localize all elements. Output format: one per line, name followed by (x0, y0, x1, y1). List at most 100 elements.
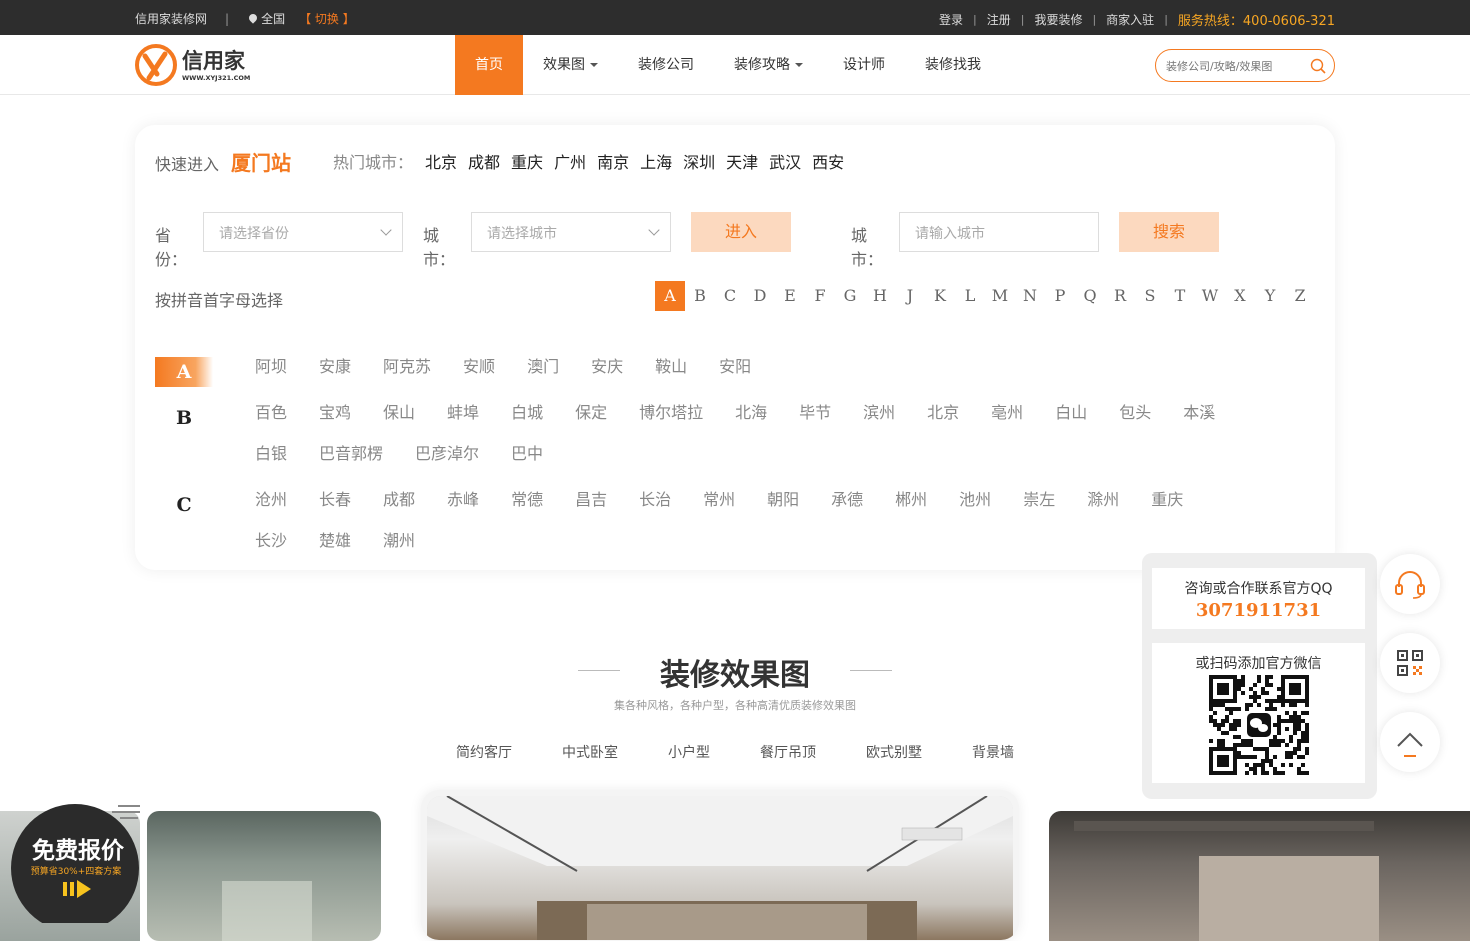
hot-city[interactable]: 成都 (468, 149, 500, 173)
letter-l[interactable]: L (955, 281, 985, 311)
city-link[interactable]: 潮州 (383, 531, 415, 572)
nav-find-me[interactable]: 装修找我 (905, 35, 1001, 95)
letter-w[interactable]: W (1195, 281, 1225, 311)
gallery-image[interactable] (1049, 811, 1470, 941)
qq-number[interactable]: 3071911731 (1152, 600, 1365, 621)
city-link[interactable]: 巴彦淖尔 (415, 444, 479, 485)
city-link[interactable]: 常德 (511, 490, 543, 531)
city-select[interactable]: 请选择城市 (471, 212, 671, 252)
nav-home[interactable]: 首页 (455, 35, 523, 95)
current-station[interactable]: 厦门站 (231, 151, 291, 175)
hot-city[interactable]: 武汉 (769, 149, 801, 173)
login-link[interactable]: 登录 (939, 11, 963, 28)
city-search-input[interactable]: 请输入城市 (899, 212, 1099, 252)
city-link[interactable]: 安阳 (719, 357, 751, 398)
city-link[interactable]: 白银 (255, 444, 287, 485)
hot-city[interactable]: 天津 (726, 149, 758, 173)
letter-d[interactable]: D (745, 281, 775, 311)
nav-designers[interactable]: 设计师 (823, 35, 905, 95)
city-link[interactable]: 白山 (1055, 403, 1087, 444)
letter-s[interactable]: S (1135, 281, 1165, 311)
city-link[interactable]: 鞍山 (655, 357, 687, 398)
city-link[interactable]: 长治 (639, 490, 671, 531)
city-link[interactable]: 滨州 (863, 403, 895, 444)
city-link[interactable]: 楚雄 (319, 531, 351, 572)
city-link[interactable]: 亳州 (991, 403, 1023, 444)
city-link[interactable]: 包头 (1119, 403, 1151, 444)
hot-city[interactable]: 西安 (812, 149, 844, 173)
gallery-featured-image[interactable] (421, 790, 1019, 940)
city-link[interactable]: 沧州 (255, 490, 287, 531)
letter-k[interactable]: K (925, 281, 955, 311)
city-link[interactable]: 北京 (927, 403, 959, 444)
city-link[interactable]: 朝阳 (767, 490, 799, 531)
letter-e[interactable]: E (775, 281, 805, 311)
letter-c[interactable]: C (715, 281, 745, 311)
city-link[interactable]: 阿克苏 (383, 357, 431, 398)
qr-code-button[interactable] (1380, 633, 1440, 693)
customer-service-button[interactable] (1380, 554, 1440, 614)
letter-r[interactable]: R (1105, 281, 1135, 311)
city-link[interactable]: 滁州 (1087, 490, 1119, 531)
letter-g[interactable]: G (835, 281, 865, 311)
letter-a[interactable]: A (655, 281, 685, 311)
hot-city[interactable]: 南京 (597, 149, 629, 173)
letter-n[interactable]: N (1015, 281, 1045, 311)
hot-city[interactable]: 重庆 (511, 149, 543, 173)
tab-chinese-bedroom[interactable]: 中式卧室 (562, 742, 618, 762)
province-select[interactable]: 请选择省份 (203, 212, 403, 252)
city-link[interactable]: 蚌埠 (447, 403, 479, 444)
city-link[interactable]: 巴音郭楞 (319, 444, 383, 485)
city-link[interactable]: 郴州 (895, 490, 927, 531)
search-icon[interactable] (1310, 58, 1326, 74)
city-link[interactable]: 保定 (575, 403, 607, 444)
city-link[interactable]: 长沙 (255, 531, 287, 572)
back-to-top-button[interactable] (1380, 712, 1440, 772)
register-link[interactable]: 注册 (987, 11, 1011, 28)
letter-t[interactable]: T (1165, 281, 1195, 311)
tab-minimal-living[interactable]: 简约客厅 (456, 742, 512, 762)
nav-guides[interactable]: 装修攻略 (714, 35, 823, 95)
letter-j[interactable]: J (895, 281, 925, 311)
city-link[interactable]: 崇左 (1023, 490, 1055, 531)
tab-dining-ceiling[interactable]: 餐厅吊顶 (760, 742, 816, 762)
logo[interactable]: 信用家 WWW.XYJ321.COM (135, 44, 255, 86)
city-link[interactable]: 承德 (831, 490, 863, 531)
city-link[interactable]: 池州 (959, 490, 991, 531)
city-link[interactable]: 安庆 (591, 357, 623, 398)
enter-button[interactable]: 进入 (691, 212, 791, 252)
city-link[interactable]: 宝鸡 (319, 403, 351, 444)
hot-city[interactable]: 广州 (554, 149, 586, 173)
city-link[interactable]: 白城 (511, 403, 543, 444)
city-link[interactable]: 长春 (319, 490, 351, 531)
hot-city[interactable]: 北京 (425, 149, 457, 173)
switch-city-link[interactable]: 【 切换 】 (299, 10, 355, 27)
city-link[interactable]: 重庆 (1151, 490, 1183, 531)
city-link[interactable]: 本溪 (1183, 403, 1215, 444)
city-link[interactable]: 巴中 (511, 444, 543, 485)
city-link[interactable]: 安康 (319, 357, 351, 398)
letter-z[interactable]: Z (1285, 281, 1315, 311)
city-link[interactable]: 百色 (255, 403, 287, 444)
city-link[interactable]: 昌吉 (575, 490, 607, 531)
letter-f[interactable]: F (805, 281, 835, 311)
letter-y[interactable]: Y (1255, 281, 1285, 311)
free-quote-badge[interactable]: 免费报价 预算省30%+四套方案 (0, 800, 150, 923)
letter-h[interactable]: H (865, 281, 895, 311)
city-link[interactable]: 阿坝 (255, 357, 287, 398)
search-input[interactable] (1166, 57, 1306, 75)
city-link[interactable]: 保山 (383, 403, 415, 444)
city-link[interactable]: 常州 (703, 490, 735, 531)
letter-m[interactable]: M (985, 281, 1015, 311)
tab-small-apartment[interactable]: 小户型 (668, 742, 710, 762)
letter-p[interactable]: P (1045, 281, 1075, 311)
letter-b[interactable]: B (685, 281, 715, 311)
city-link[interactable]: 毕节 (799, 403, 831, 444)
city-link[interactable]: 赤峰 (447, 490, 479, 531)
tab-feature-wall[interactable]: 背景墙 (972, 742, 1014, 762)
hot-city[interactable]: 深圳 (683, 149, 715, 173)
city-link[interactable]: 成都 (383, 490, 415, 531)
hot-city[interactable]: 上海 (640, 149, 672, 173)
site-name[interactable]: 信用家装修网 (135, 10, 207, 27)
tab-european-villa[interactable]: 欧式别墅 (866, 742, 922, 762)
